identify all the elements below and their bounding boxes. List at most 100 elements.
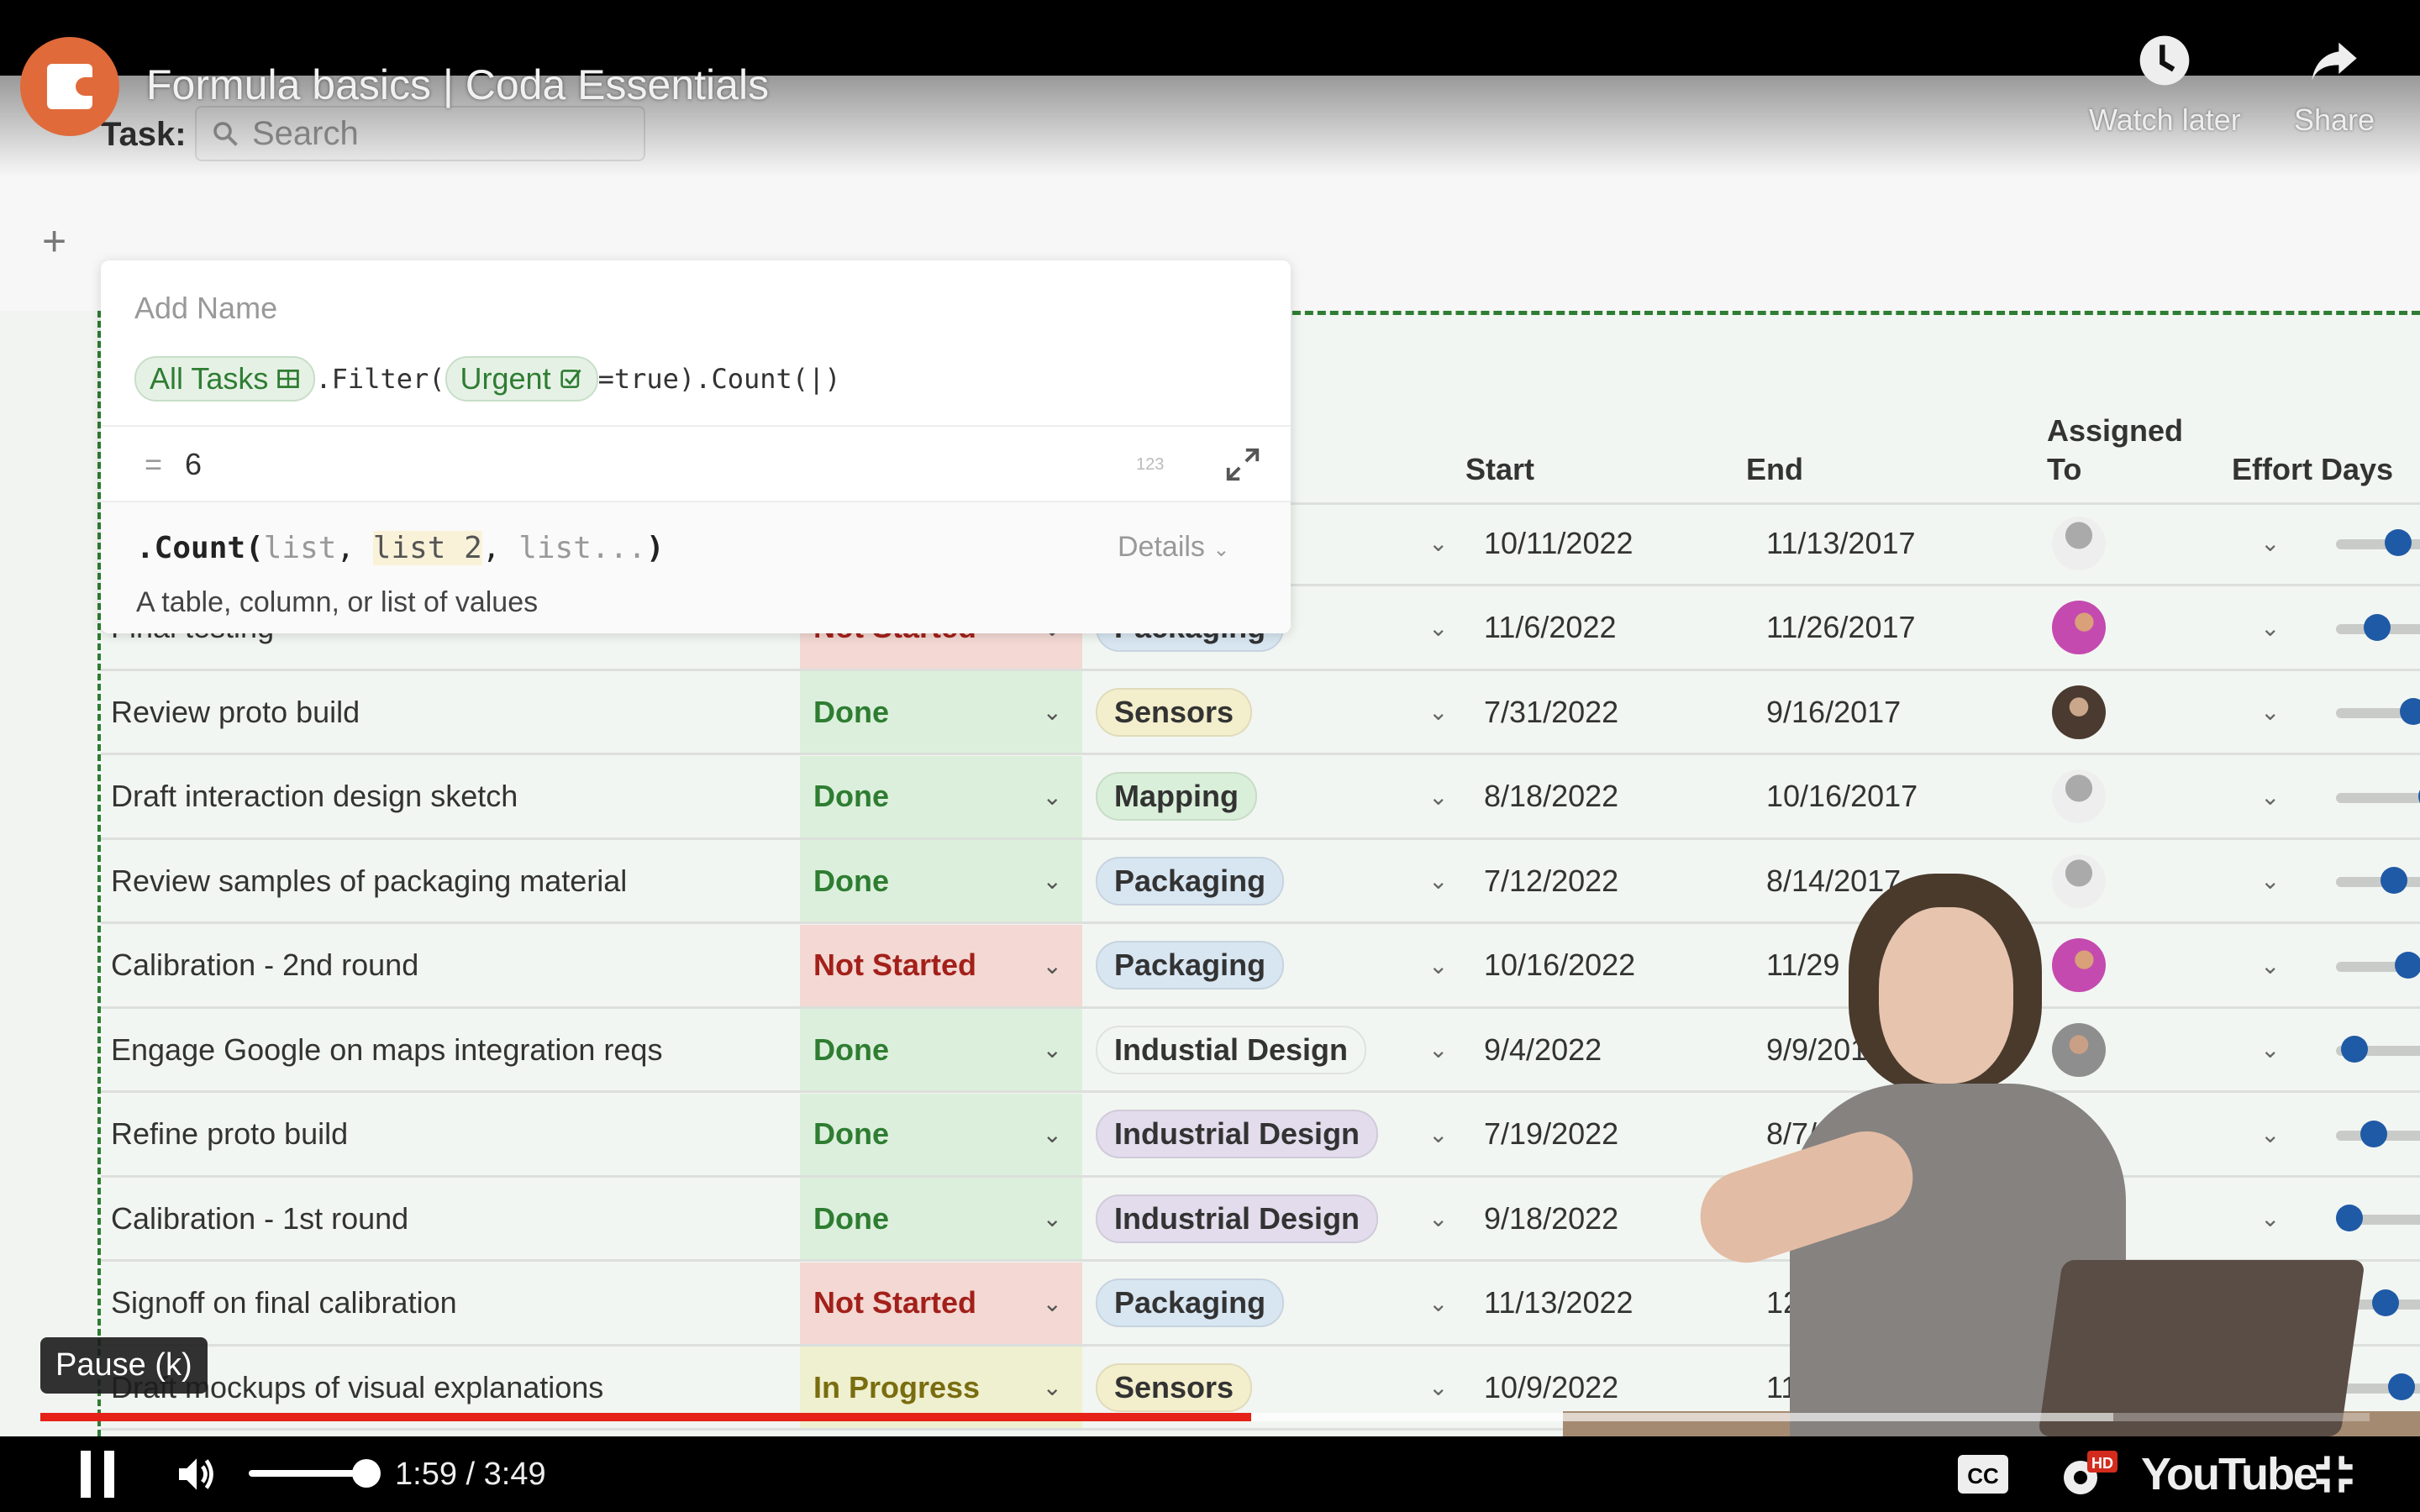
effort-slider[interactable] [2335,1205,2420,1231]
effort-slider[interactable] [2336,1120,2420,1147]
status-cell[interactable]: Done ⌄ [800,1093,1082,1175]
table-row[interactable]: Review proto build Done ⌄ Sensors ⌄ 7/31/2022… [101,671,2420,755]
effort-slider-thumb[interactable] [2340,1036,2368,1063]
column-header-assigned-to[interactable]: Assigned To [2047,412,2198,489]
chevron-down-icon[interactable]: ⌄ [1043,1289,1062,1317]
add-icon[interactable]: + [42,220,66,262]
effort-slider[interactable] [2336,782,2420,810]
task-name-cell[interactable]: Review samples of packaging material [111,840,800,921]
formula-input[interactable]: All Tasks .Filter( Urgent =true).Count(|… [134,356,841,402]
column-header-start[interactable]: Start [1465,450,1534,489]
column-header-effort-days[interactable]: Effort Days [2232,450,2393,489]
chevron-down-icon[interactable]: ⌄ [1043,952,1062,979]
status-cell[interactable]: Done ⌄ [800,840,1082,921]
assignee-cell[interactable] [2045,587,2112,669]
watch-later-button[interactable]: Watch later [2089,34,2241,138]
chevron-down-icon[interactable]: ⌄ [1043,1205,1062,1232]
chevron-down-icon[interactable]: ⌄ [2260,840,2311,921]
task-name-cell[interactable]: Signoff on final calibration [111,1263,800,1344]
task-name-cell[interactable]: Refine proto build [111,1094,800,1175]
task-name-cell[interactable]: Review proto build [111,671,800,753]
chevron-down-icon[interactable]: ⌄ [1428,925,1479,1006]
chevron-down-icon[interactable]: ⌄ [1428,756,1479,837]
end-date-cell[interactable]: 10/16/2017 [1766,756,2035,837]
effort-slider[interactable] [2336,529,2420,556]
column-header-end[interactable]: End [1746,450,1803,489]
chevron-down-icon[interactable]: ⌄ [2260,502,2311,584]
progress-bar[interactable] [40,1413,2370,1421]
chevron-down-icon[interactable]: ⌄ [1428,502,1479,584]
assignee-cell[interactable] [2045,502,2112,584]
effort-slider-thumb[interactable] [2400,698,2420,725]
task-name-cell[interactable]: Draft interaction design sketch [111,756,800,837]
chevron-down-icon[interactable]: ⌄ [1428,587,1479,669]
chevron-down-icon[interactable]: ⌄ [1428,671,1479,753]
effort-slider-thumb[interactable] [2385,529,2412,556]
effort-slider[interactable] [2336,1373,2420,1400]
youtube-logo[interactable]: YouTube [2141,1436,2318,1512]
assignee-cell[interactable] [2045,671,2112,753]
chevron-down-icon[interactable]: ⌄ [1043,1036,1062,1063]
end-date-cell[interactable]: 11/26/2017 [1766,587,2035,669]
effort-slider-thumb[interactable] [2371,1289,2399,1316]
effort-slider-thumb[interactable] [2335,1205,2363,1231]
expand-icon[interactable] [1223,445,1262,484]
end-date-cell[interactable]: 9/16/2017 [1766,671,2035,753]
chevron-down-icon[interactable]: ⌄ [1428,840,1479,921]
chevron-down-icon[interactable]: ⌄ [1043,1373,1062,1401]
chevron-down-icon[interactable]: ⌄ [1428,1094,1479,1175]
status-cell[interactable]: Done ⌄ [800,671,1082,753]
formula-name-input[interactable]: Add Name [134,291,277,326]
chevron-down-icon[interactable]: ⌄ [1043,1121,1062,1148]
effort-slider[interactable] [2336,698,2420,725]
assignee-cell[interactable] [2045,756,2112,837]
details-toggle[interactable]: Details ⌄ [1118,531,1230,564]
chevron-down-icon[interactable]: ⌄ [2260,671,2311,753]
video-frame[interactable]: Task: Search + Start End Assigned To Eff… [0,0,2420,1436]
chevron-down-icon[interactable]: ⌄ [1043,867,1062,895]
chevron-down-icon[interactable]: ⌄ [2260,756,2311,837]
start-date-cell[interactable]: 10/11/2022 [1484,502,1753,584]
chevron-down-icon[interactable]: ⌄ [1428,1178,1479,1259]
task-name-cell[interactable]: Calibration - 1st round [111,1178,800,1259]
mute-button[interactable] [171,1436,222,1512]
effort-slider-thumb[interactable] [2388,1373,2416,1400]
share-button[interactable]: Share [2294,34,2375,138]
effort-slider[interactable] [2336,951,2420,979]
video-title[interactable]: Formula basics | Coda Essentials [146,60,769,109]
volume-slider-thumb[interactable] [352,1459,381,1488]
start-date-cell[interactable]: 11/6/2022 [1484,587,1753,669]
status-cell[interactable]: Not Started ⌄ [800,924,1082,1006]
table-reference-chip[interactable]: All Tasks [134,356,316,402]
chevron-down-icon[interactable]: ⌄ [1043,783,1062,811]
task-search-input[interactable]: Search [195,106,645,161]
column-reference-chip[interactable]: Urgent [445,356,598,402]
start-date-cell[interactable]: 7/31/2022 [1484,671,1753,753]
volume-slider[interactable] [249,1459,381,1488]
status-cell[interactable]: Done ⌄ [800,1009,1082,1090]
effort-slider[interactable] [2336,613,2420,641]
effort-slider[interactable] [2336,867,2420,894]
task-name-cell[interactable]: Engage Google on maps integration reqs [111,1009,800,1090]
end-date-cell[interactable]: 11/13/2017 [1766,502,2035,584]
status-cell[interactable]: Not Started ⌄ [800,1262,1082,1344]
chevron-down-icon[interactable]: ⌄ [2260,1009,2311,1090]
start-date-cell[interactable]: 8/18/2022 [1484,756,1753,837]
subtitles-button[interactable]: CC [1958,1436,2008,1512]
settings-button[interactable]: HD [2057,1436,2118,1512]
effort-slider[interactable] [2336,1036,2420,1063]
status-cell[interactable]: Done ⌄ [800,755,1082,837]
chevron-down-icon[interactable]: ⌄ [1428,1263,1479,1344]
task-name-cell[interactable]: Calibration - 2nd round [111,925,800,1006]
chevron-down-icon[interactable]: ⌄ [2260,587,2311,669]
chevron-down-icon[interactable]: ⌄ [2260,925,2311,1006]
chevron-down-icon[interactable]: ⌄ [2260,1094,2311,1175]
effort-slider-thumb[interactable] [2380,867,2407,894]
pause-button[interactable] [77,1436,118,1512]
effort-slider-thumb[interactable] [2364,613,2391,641]
chevron-down-icon[interactable]: ⌄ [1428,1009,1479,1090]
chevron-down-icon[interactable]: ⌄ [2260,1178,2311,1259]
chevron-down-icon[interactable]: ⌄ [1043,698,1062,726]
table-row[interactable]: Draft interaction design sketch Done ⌄ Mapp… [101,755,2420,840]
status-cell[interactable]: Done ⌄ [800,1178,1082,1259]
